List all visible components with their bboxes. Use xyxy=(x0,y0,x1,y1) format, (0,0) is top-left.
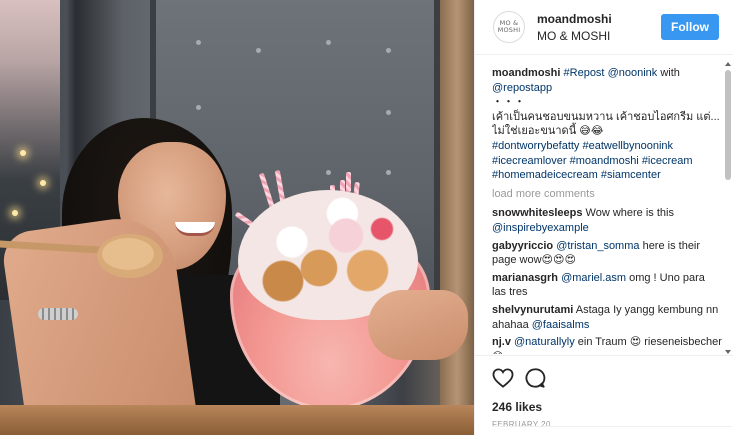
comment: marianasgrh @mariel.asm omg ! Uno para l… xyxy=(492,271,722,300)
hashtag[interactable]: #siamcenter xyxy=(601,169,661,181)
mention[interactable]: @inspirebyexample xyxy=(492,222,589,234)
follow-button[interactable]: Follow xyxy=(661,14,719,40)
heart-icon[interactable] xyxy=(492,368,514,388)
bokeh-light xyxy=(40,180,46,186)
wooden-spoon xyxy=(0,234,163,278)
comment-username[interactable]: gabyyriccio xyxy=(492,240,553,252)
comments-scrollbar[interactable] xyxy=(725,62,731,354)
comment: nj.v @naturallyly ein Traum 😍 rieseneisb… xyxy=(492,335,722,354)
caption-text: ・・・ xyxy=(492,96,525,109)
divider xyxy=(492,426,732,427)
post-actions: 246 likes FEBRUARY 20 xyxy=(474,355,733,429)
hashtag[interactable]: #icecreamlover xyxy=(492,155,567,167)
hashtag[interactable]: #homemadeicecream xyxy=(492,169,598,181)
hashtag[interactable]: #Repost xyxy=(564,67,605,79)
wooden-table xyxy=(0,405,474,435)
post-image[interactable] xyxy=(0,0,474,435)
caption: moandmoshi #Repost @noonink with @repost… xyxy=(492,66,722,183)
comment: snowwhitesleeps Wow where is this @inspi… xyxy=(492,206,722,235)
mention[interactable]: @tristan_somma xyxy=(556,240,639,252)
mention[interactable]: @naturallyly xyxy=(514,336,575,348)
comment: shelvynurutami Astaga Iy yangg kembung n… xyxy=(492,303,722,332)
caption-username[interactable]: moandmoshi xyxy=(492,67,560,79)
header-username[interactable]: moandmoshi xyxy=(537,12,661,26)
hashtag[interactable]: #moandmoshi xyxy=(570,155,639,167)
hashtag[interactable]: #dontworrybefatty xyxy=(492,140,579,152)
mention[interactable]: @noonink xyxy=(608,67,658,79)
pocky-stick xyxy=(346,172,351,192)
hashtag[interactable]: #eatwellbynoonink xyxy=(583,140,674,152)
avatar[interactable]: MO & MOSHI xyxy=(493,11,525,43)
likes-count[interactable]: 246 likes xyxy=(492,400,715,414)
comment-username[interactable]: nj.v xyxy=(492,336,511,348)
wood-pillar xyxy=(440,0,474,435)
scroll-down-arrow-icon[interactable] xyxy=(725,350,731,354)
comment-icon[interactable] xyxy=(524,367,546,389)
bokeh-light xyxy=(12,210,18,216)
comment-username[interactable]: shelvynurutami xyxy=(492,304,573,316)
woman-hand xyxy=(368,290,468,360)
mention[interactable]: @faaisalms xyxy=(532,319,590,331)
comment-text: Wow where is this xyxy=(582,207,674,220)
hashtag[interactable]: #icecream xyxy=(642,155,693,167)
avatar-text: MO & MOSHI xyxy=(497,19,521,34)
scroll-up-arrow-icon[interactable] xyxy=(725,62,731,66)
comments-list: moandmoshi #Repost @noonink with @repost… xyxy=(492,66,722,354)
caption-text: with xyxy=(657,67,680,79)
post-date[interactable]: FEBRUARY 20 xyxy=(492,420,715,429)
scroll-thumb[interactable] xyxy=(725,70,731,180)
mention[interactable]: @mariel.asm xyxy=(561,272,626,284)
load-more-comments[interactable]: load more comments xyxy=(492,187,722,202)
caption-text: เค้าเป็นคนชอบขนมหวาน เค้าชอบไอศกรีม แต่.… xyxy=(492,110,720,138)
post-header: MO & MOSHI moandmoshi MO & MOSHI Follow xyxy=(475,0,733,55)
comment: gabyyriccio @tristan_somma here is their… xyxy=(492,239,722,268)
comment-username[interactable]: marianasgrh xyxy=(492,272,558,284)
bracelet xyxy=(38,308,78,320)
mention[interactable]: @repostapp xyxy=(492,82,552,94)
comment-username[interactable]: snowwhitesleeps xyxy=(492,207,582,219)
bokeh-light xyxy=(20,150,26,156)
header-location[interactable]: MO & MOSHI xyxy=(537,29,661,43)
